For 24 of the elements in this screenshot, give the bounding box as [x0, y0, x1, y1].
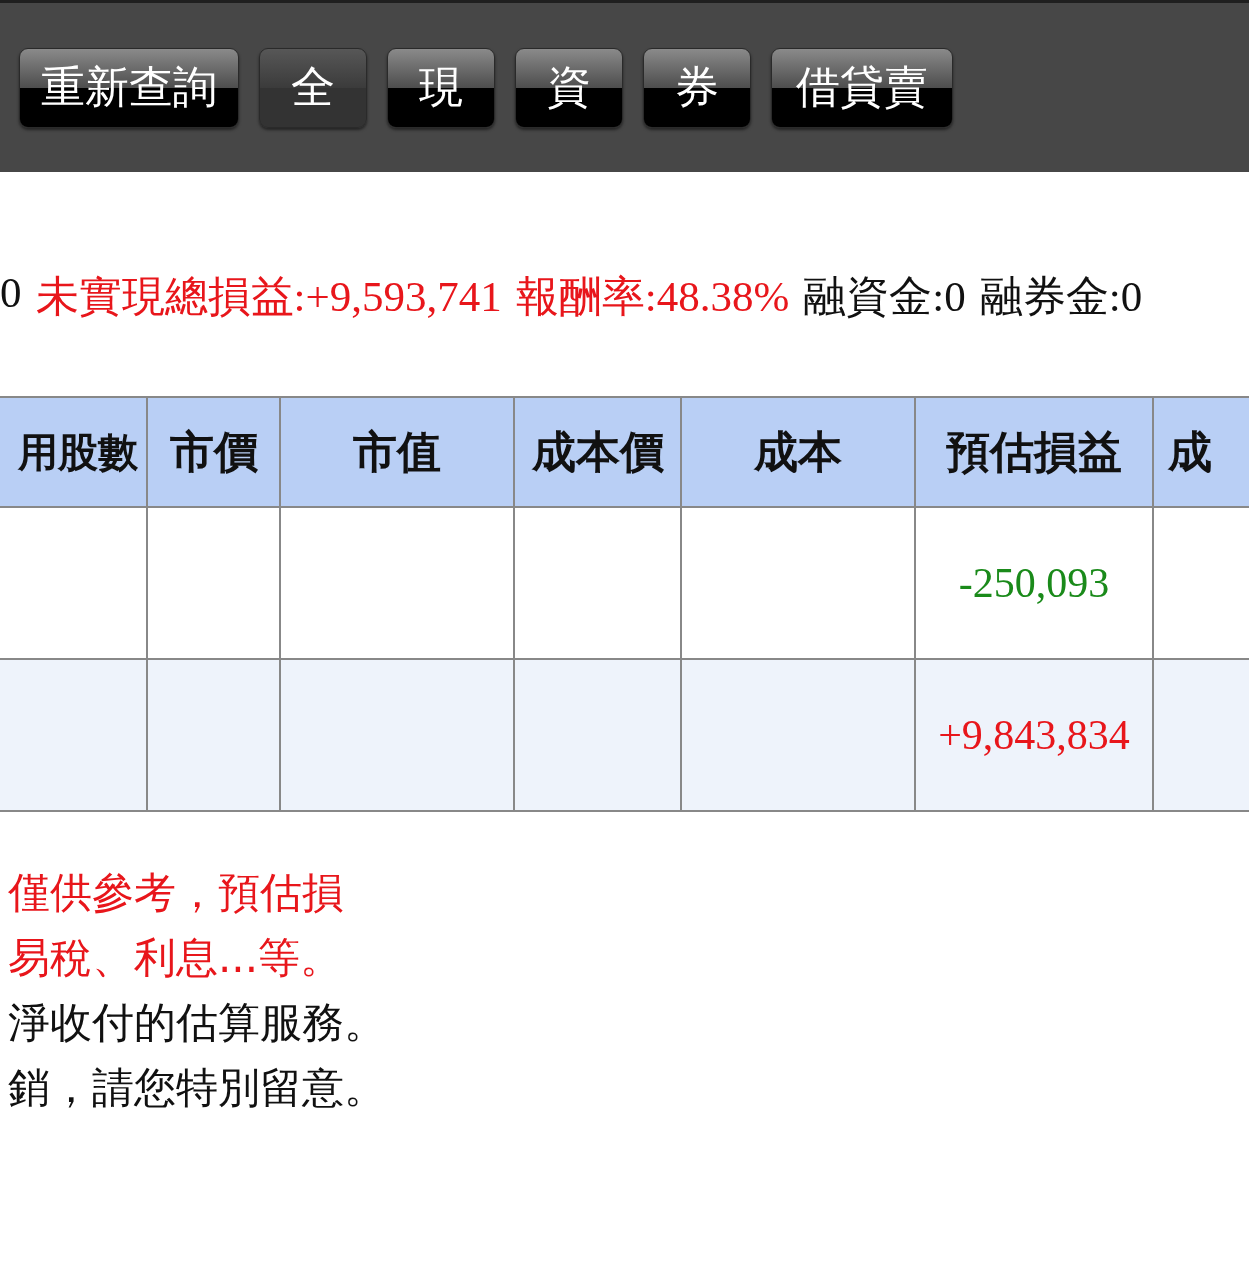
refresh-button[interactable]: 重新查詢 — [19, 47, 239, 128]
table-cell: -250,093 — [916, 508, 1154, 658]
filter-tab[interactable]: 資 — [515, 47, 623, 128]
column-header: 預估損益 — [916, 398, 1154, 506]
column-header: 市值 — [281, 398, 515, 506]
notice-text: 易稅、利息...等。 — [7, 932, 344, 984]
filter-tab[interactable]: 券 — [643, 47, 751, 128]
notice-text: 淨收付的估算服務。 — [7, 997, 387, 1049]
column-header: 用股數 — [0, 398, 148, 506]
notice-text: 銷，請您特別留意。 — [7, 1062, 387, 1114]
filter-tab[interactable]: 全 — [259, 47, 367, 128]
filter-tab[interactable]: 借貸賣 — [771, 47, 953, 128]
notice-text: 僅供參考，預估損 — [7, 867, 345, 919]
column-header: 成 — [1154, 398, 1249, 506]
summary-text: 融資金:0 — [803, 272, 966, 322]
summary-text: 報酬率:48.38% — [515, 272, 790, 322]
summary-text: 0 — [0, 268, 22, 318]
column-header: 成本價 — [515, 398, 682, 506]
column-header: 市價 — [148, 398, 281, 506]
summary-text: 融券金:0 — [979, 272, 1143, 322]
column-header: 成本 — [682, 398, 916, 506]
summary-text: 未實現總損益:+9,593,741 — [35, 272, 502, 322]
table-cell: +9,843,834 — [916, 660, 1154, 810]
filter-tab[interactable]: 現 — [387, 47, 495, 128]
